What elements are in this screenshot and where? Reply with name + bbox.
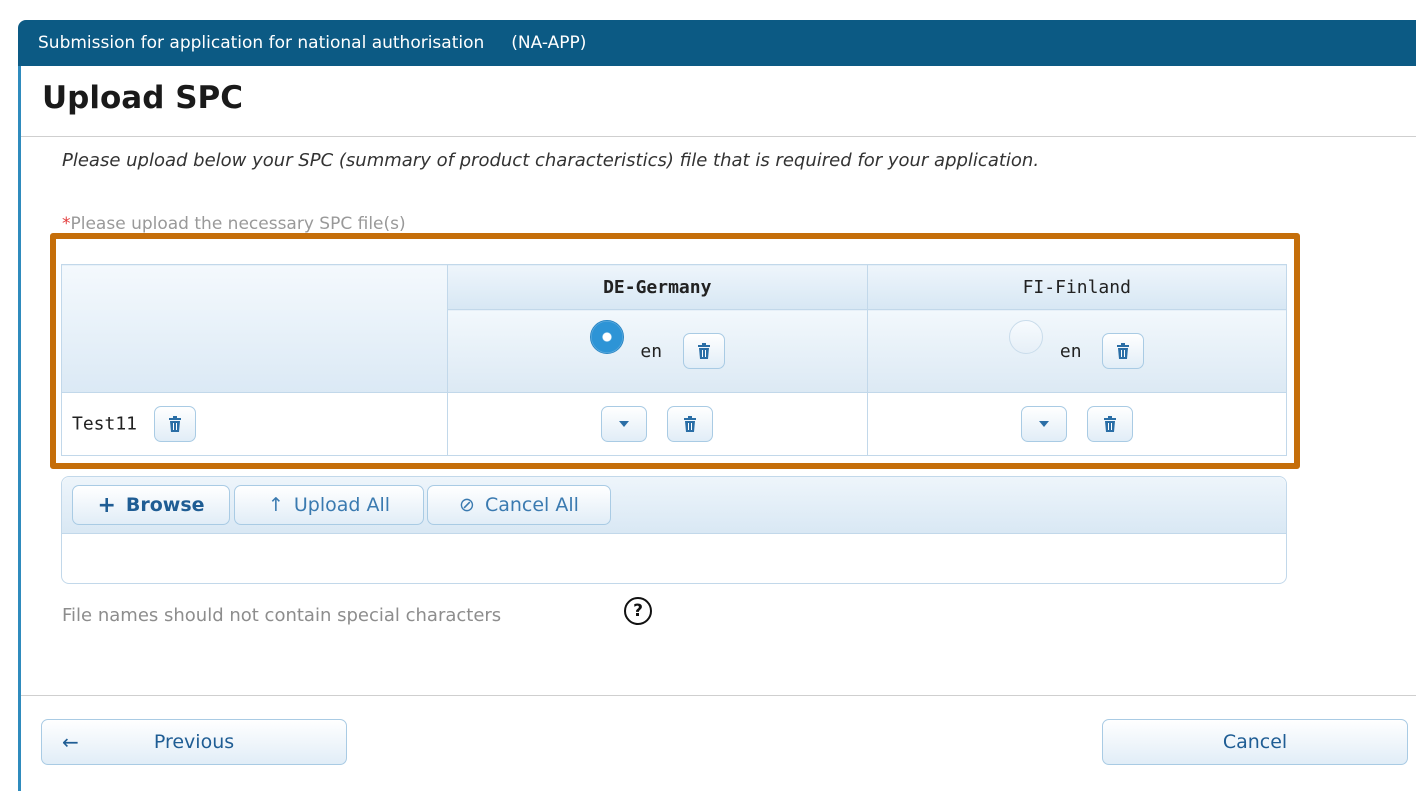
help-icon[interactable]: ? <box>624 597 652 625</box>
trash-icon <box>697 343 710 359</box>
cancel-icon: ⊘ <box>459 494 475 516</box>
previous-label: Previous <box>153 731 235 753</box>
spc-upload-table: DE-Germany FI-Finland en en Test11 <box>61 264 1287 456</box>
file-cell-finland <box>866 392 1287 456</box>
required-label: *Please upload the necessary SPC file(s) <box>62 214 406 234</box>
cancel-all-label: Cancel All <box>484 494 579 516</box>
language-dropdown-finland[interactable] <box>1020 406 1067 442</box>
browse-button[interactable]: + Browse <box>72 485 230 525</box>
upload-all-button[interactable]: ↑ Upload All <box>234 485 424 525</box>
trash-icon <box>1117 343 1130 359</box>
uploader-toolbar: + Browse ↑ Upload All ⊘ Cancel All <box>62 477 1286 534</box>
language-label-germany: en <box>640 340 663 362</box>
required-asterisk: * <box>62 214 71 234</box>
language-cell-germany: en <box>447 309 868 393</box>
delete-cell-button-germany[interactable] <box>667 406 714 442</box>
trash-icon <box>1103 416 1116 432</box>
column-header-germany: DE-Germany <box>447 264 868 310</box>
language-label-finland: en <box>1059 340 1082 362</box>
page-title: Upload SPC <box>42 80 243 116</box>
file-cell-germany <box>447 392 868 456</box>
table-corner-header <box>61 264 448 393</box>
divider <box>21 136 1416 137</box>
delete-language-button-germany[interactable] <box>682 333 725 369</box>
language-dropdown-germany[interactable] <box>601 406 648 442</box>
file-uploader: + Browse ↑ Upload All ⊘ Cancel All <box>61 476 1287 584</box>
upload-icon: ↑ <box>267 494 284 516</box>
delete-language-button-finland[interactable] <box>1102 333 1145 369</box>
footer-divider <box>21 695 1416 696</box>
window-header: Submission for application for national … <box>18 20 1416 66</box>
language-radio-finland[interactable] <box>1009 320 1044 354</box>
chevron-down-icon <box>1038 421 1049 427</box>
browse-label: Browse <box>125 494 205 516</box>
window-title: Submission for application for national … <box>38 33 587 53</box>
trash-icon <box>684 416 697 432</box>
column-header-finland: FI-Finland <box>866 264 1287 310</box>
cancel-button[interactable]: Cancel <box>1102 719 1408 765</box>
delete-cell-button-finland[interactable] <box>1086 406 1133 442</box>
language-cell-finland: en <box>866 309 1287 393</box>
language-radio-germany[interactable] <box>589 320 624 354</box>
trash-icon <box>168 416 181 432</box>
plus-icon: + <box>97 492 116 518</box>
application-window: Submission for application for national … <box>0 0 1416 791</box>
chevron-down-icon <box>619 421 630 427</box>
file-name: Test11 <box>72 413 138 435</box>
cancel-all-button[interactable]: ⊘ Cancel All <box>427 485 611 525</box>
file-name-note: File names should not contain special ch… <box>62 605 502 626</box>
required-text: Please upload the necessary SPC file(s) <box>70 214 406 234</box>
upload-all-label: Upload All <box>293 494 391 516</box>
cancel-label: Cancel <box>1222 731 1288 753</box>
delete-file-button[interactable] <box>153 406 196 442</box>
left-border <box>18 66 21 791</box>
previous-button[interactable]: ← Previous <box>41 719 347 765</box>
arrow-left-icon: ← <box>62 730 79 754</box>
file-name-cell: Test11 <box>61 392 448 456</box>
table-row: Test11 <box>61 392 1287 456</box>
intro-text: Please upload below your SPC (summary of… <box>62 150 1040 171</box>
